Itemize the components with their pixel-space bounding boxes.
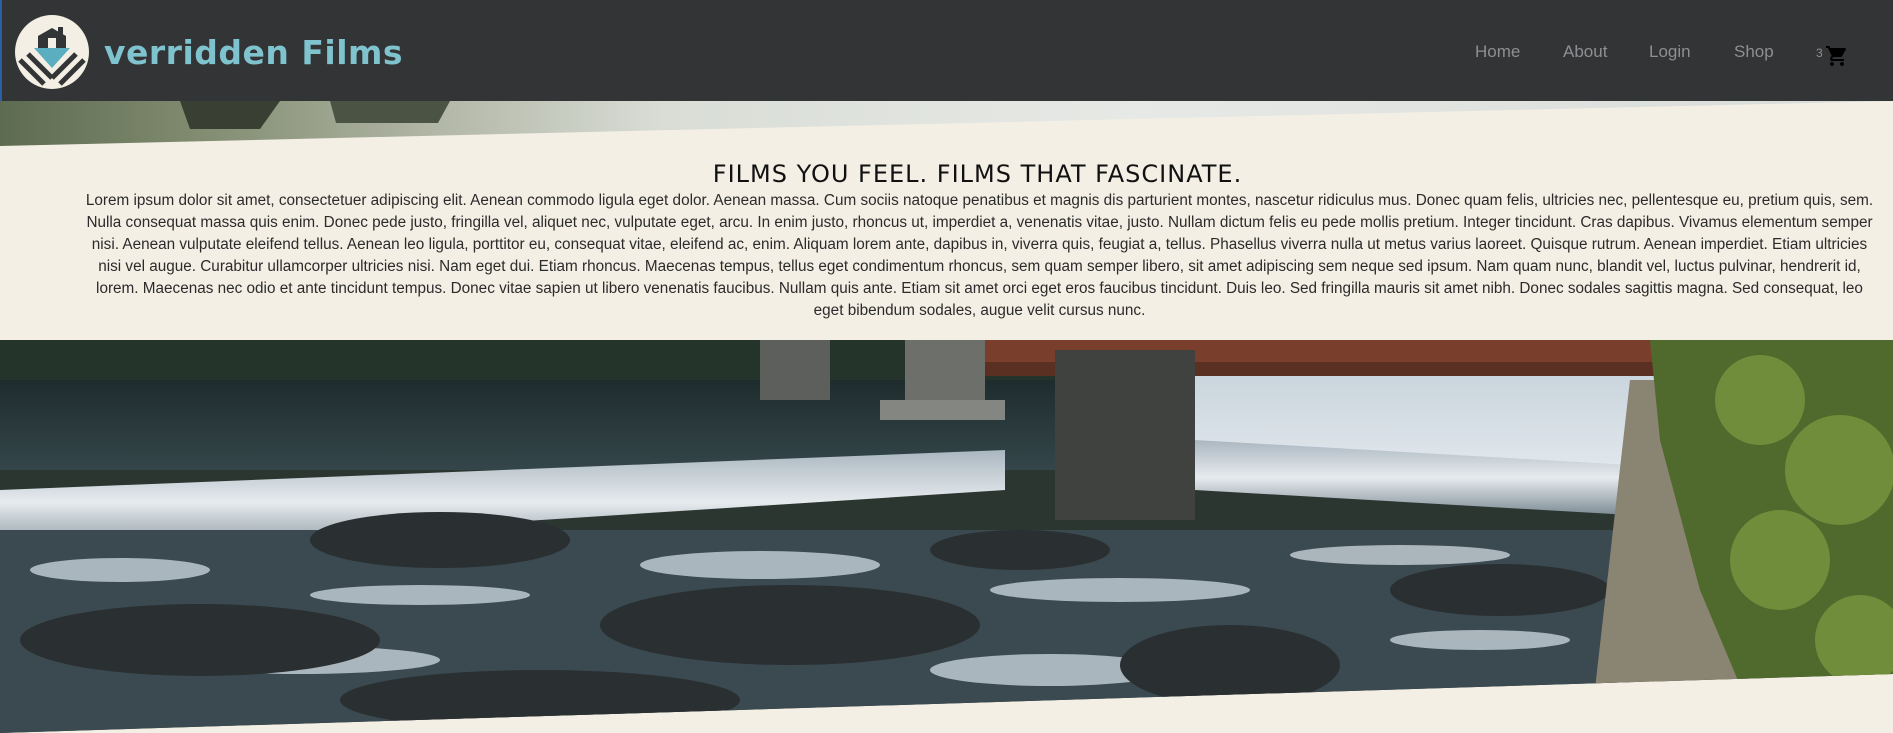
site-header: verridden Films Home About Login Shop 3 xyxy=(0,0,1893,101)
intro-body-text: Lorem ipsum dolor sit amet, consectetuer… xyxy=(85,192,1874,319)
intro-headline: FILMS YOU FEEL. FILMS THAT FASCINATE. xyxy=(712,160,1243,188)
tree-silhouette xyxy=(330,101,450,123)
brand-name[interactable]: verridden Films xyxy=(104,33,403,72)
nav-shop[interactable]: Shop xyxy=(1734,42,1774,62)
intro-section: FILMS YOU FEEL. FILMS THAT FASCINATE. Lo… xyxy=(0,146,1893,340)
shopping-cart-icon xyxy=(1826,46,1846,66)
cart-count-badge: 3 xyxy=(1816,46,1823,60)
nav-login[interactable]: Login xyxy=(1649,42,1691,62)
hero-photo-top xyxy=(0,101,1893,146)
nav-about[interactable]: About xyxy=(1563,42,1607,62)
brand-logo-icon[interactable] xyxy=(14,14,90,90)
river-dam-photo xyxy=(0,340,1893,733)
nav-home[interactable]: Home xyxy=(1475,42,1520,62)
